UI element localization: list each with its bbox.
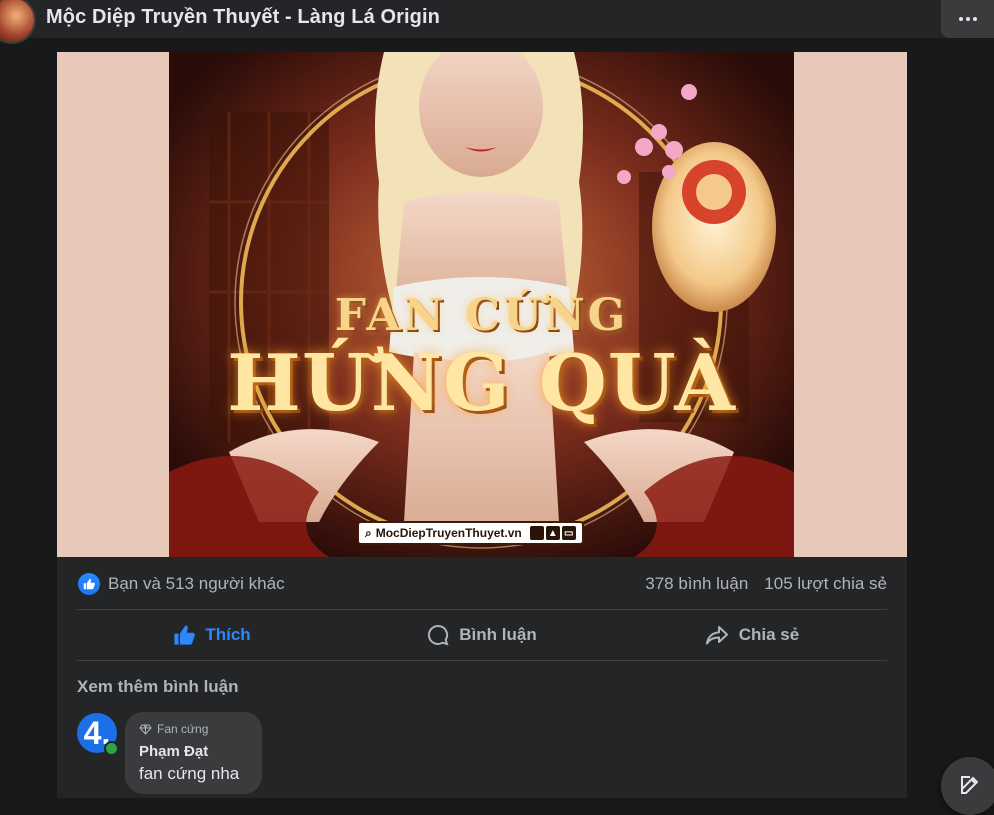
page-avatar[interactable]: [0, 0, 36, 44]
fan-badge[interactable]: Fan cứng: [139, 722, 208, 736]
thumbs-up-icon: [174, 625, 196, 645]
promo-poster-image[interactable]: FAN CỨNG HỨNG QUÀ ⌕ MocDiepTruyenThuyet.…: [169, 52, 794, 557]
magnifier-icon: ⌕: [365, 525, 372, 540]
commenter-name[interactable]: Phạm Đạt: [139, 743, 208, 760]
more-options-button[interactable]: [941, 0, 994, 38]
website-badge: ⌕ MocDiepTruyenThuyet.vn ▲ ▭: [357, 521, 584, 545]
post-card: FAN CỨNG HỨNG QUÀ ⌕ MocDiepTruyenThuyet.…: [57, 52, 907, 798]
top-bar: Mộc Diệp Truyền Thuyết - Làng Lá Origin: [0, 0, 994, 44]
share-button[interactable]: Chia sẻ: [617, 611, 887, 659]
like-reaction-icon[interactable]: [78, 573, 100, 595]
desktop-icon: ▭: [561, 526, 576, 540]
compose-icon: [961, 776, 979, 794]
comment-label: Bình luận: [459, 625, 537, 644]
like-button[interactable]: Thích: [77, 611, 347, 659]
page-title[interactable]: Mộc Diệp Truyền Thuyết - Làng Lá Origin: [46, 6, 440, 29]
platform-icons: ▲ ▭: [529, 526, 576, 540]
divider: [77, 660, 887, 661]
ellipsis-icon: [958, 17, 977, 21]
view-more-comments-link[interactable]: Xem thêm bình luận: [77, 677, 239, 697]
comment-button[interactable]: Bình luận: [347, 611, 617, 659]
share-label: Chia sẻ: [738, 625, 800, 644]
fan-badge-label: Fan cứng: [157, 722, 209, 736]
divider: [77, 609, 887, 610]
comment-text: fan cứng nha: [139, 764, 240, 783]
new-message-button[interactable]: [941, 757, 994, 815]
share-arrow-icon: [705, 626, 728, 645]
shares-count[interactable]: 105 lượt chia sẻ: [764, 574, 887, 594]
like-label: Thích: [205, 625, 251, 644]
poster-headline-line1: FAN CỨNG: [334, 290, 629, 341]
online-status-dot: [104, 741, 119, 756]
post-media[interactable]: FAN CỨNG HỨNG QUÀ ⌕ MocDiepTruyenThuyet.…: [57, 52, 907, 557]
apple-icon: [529, 526, 544, 540]
comment-bubble-icon: [428, 624, 449, 646]
diamond-icon: [139, 724, 152, 735]
post-stats: Bạn và 513 người khác 378 bình luận 105 …: [78, 573, 887, 597]
poster-headline-line2: HỨNG QUÀ: [227, 338, 736, 429]
android-icon: ▲: [545, 526, 560, 540]
website-url: MocDiepTruyenThuyet.vn: [375, 526, 522, 540]
comments-count[interactable]: 378 bình luận: [645, 574, 748, 594]
post-actions: Thích Bình luận Chia sẻ: [77, 611, 887, 659]
comment-bubble: Fan cứng Phạm Đạt fan cứng nha: [125, 712, 262, 794]
reactors-count[interactable]: Bạn và 513 người khác: [108, 574, 285, 594]
